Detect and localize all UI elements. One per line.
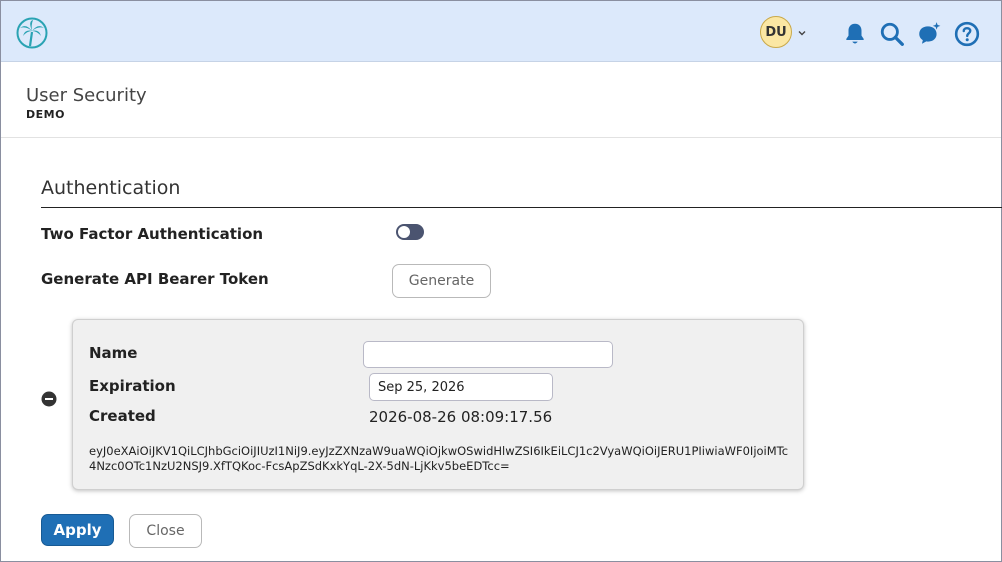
help-icon[interactable] [954, 21, 980, 47]
apply-button[interactable]: Apply [41, 514, 114, 546]
token-card: Name Expiration Created 2026-08-26 08:09… [72, 319, 804, 490]
created-label: Created [89, 407, 156, 425]
token-name-label: Name [89, 344, 138, 362]
section-divider [41, 207, 1002, 208]
page-subtitle: DEMO [26, 108, 65, 121]
toggle-knob [398, 226, 410, 238]
section-title-authentication: Authentication [41, 177, 181, 199]
token-name-input[interactable] [363, 341, 613, 368]
chevron-down-icon[interactable] [797, 28, 807, 38]
created-value: 2026-08-26 08:09:17.56 [369, 408, 553, 426]
expiration-label: Expiration [89, 377, 176, 395]
user-avatar[interactable]: DU [760, 16, 792, 48]
expiration-date-input[interactable] [369, 373, 553, 401]
page-title: User Security [26, 85, 147, 106]
search-icon[interactable] [879, 21, 905, 47]
remove-icon[interactable] [41, 391, 57, 407]
bearer-token-label: Generate API Bearer Token [41, 270, 269, 288]
bell-icon[interactable] [842, 21, 868, 47]
bearer-token-value: eyJ0eXAiOiJKV1QiLCJhbGciOiJIUzI1NiJ9.eyJ… [89, 444, 789, 473]
page-header: User Security DEMO [1, 63, 1001, 138]
generate-button[interactable]: Generate [392, 264, 491, 298]
top-bar: DU [1, 1, 1001, 62]
two-factor-toggle[interactable] [396, 224, 424, 240]
two-factor-label: Two Factor Authentication [41, 225, 264, 243]
palm-tree-logo[interactable] [16, 17, 48, 49]
chat-sparkle-icon[interactable] [916, 21, 942, 47]
close-button[interactable]: Close [129, 514, 202, 548]
